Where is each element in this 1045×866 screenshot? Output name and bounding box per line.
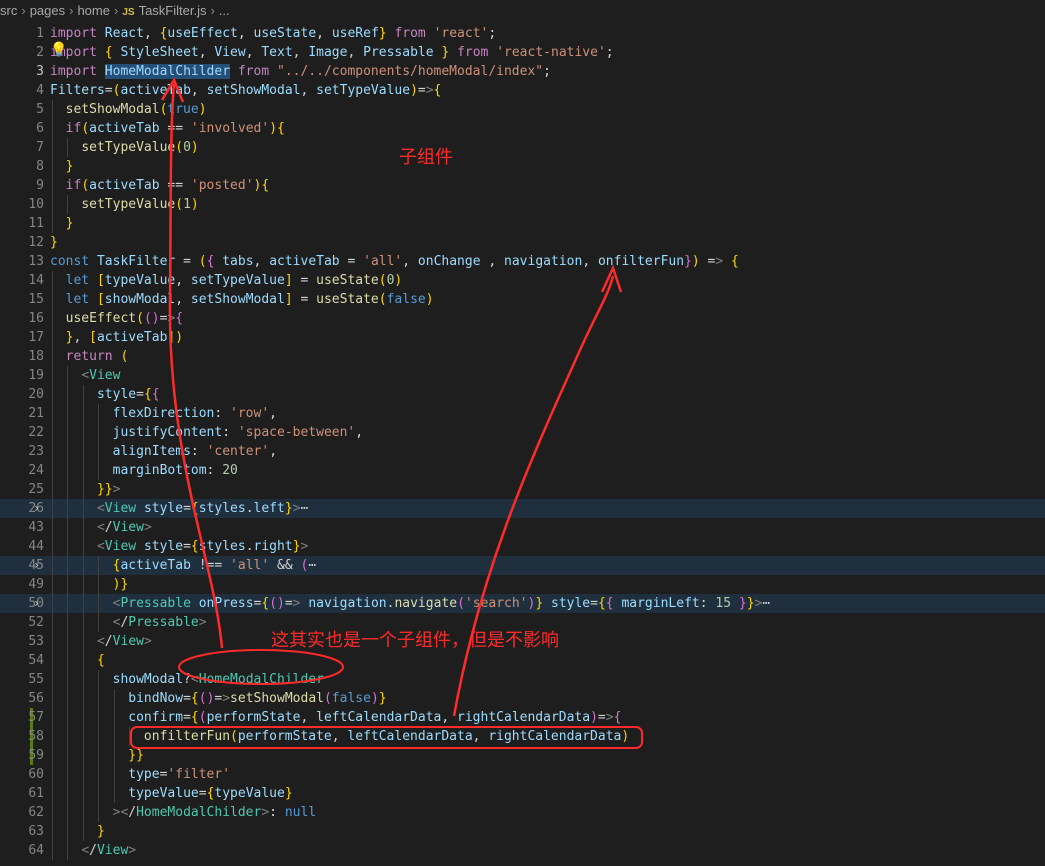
- annotation-arrow-up-right: [452, 275, 615, 717]
- annotation-arrow-up-left: [168, 83, 224, 649]
- lightbulb-icon[interactable]: 💡: [50, 42, 67, 58]
- annotation-overlay: [130, 77, 643, 749]
- annotation-box-onfilterfun: [130, 726, 643, 749]
- annotation-circle-component: [178, 649, 344, 685]
